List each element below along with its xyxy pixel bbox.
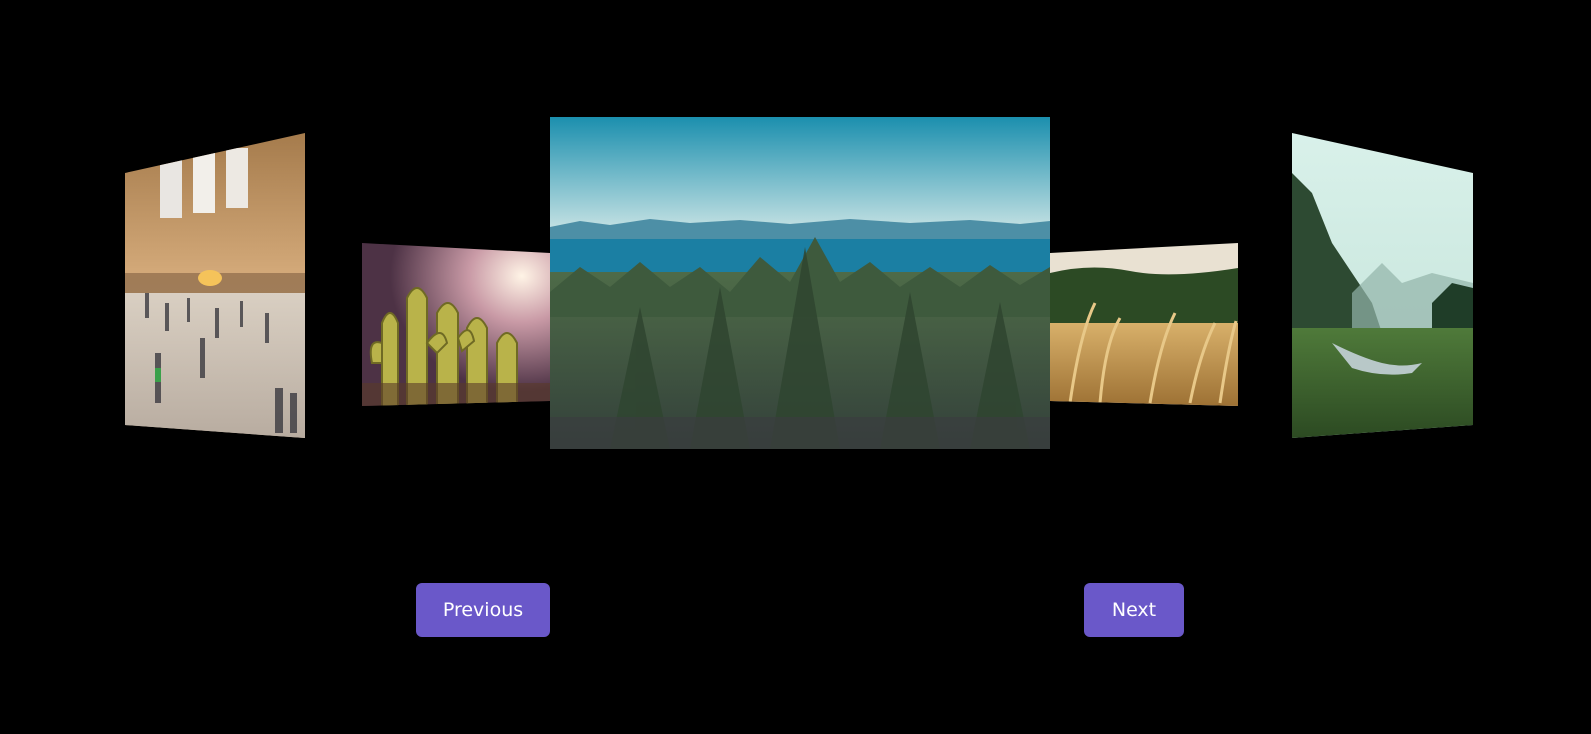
previous-button[interactable]: Previous — [416, 583, 550, 637]
train-station-image — [125, 133, 305, 438]
next-button[interactable]: Next — [1084, 583, 1184, 637]
carousel-stage: Previous Next — [0, 0, 1591, 734]
cactus-image — [362, 243, 550, 406]
slide-cactus[interactable] — [362, 243, 550, 408]
slide-misty-valley[interactable] — [1292, 133, 1473, 438]
lake-forest-image — [550, 117, 1050, 449]
golden-grass-image — [1050, 243, 1238, 406]
slide-train-station[interactable] — [125, 133, 305, 438]
slide-golden-grass[interactable] — [1050, 243, 1238, 408]
slide-lake-forest[interactable] — [550, 117, 1050, 449]
misty-valley-image — [1292, 133, 1473, 438]
